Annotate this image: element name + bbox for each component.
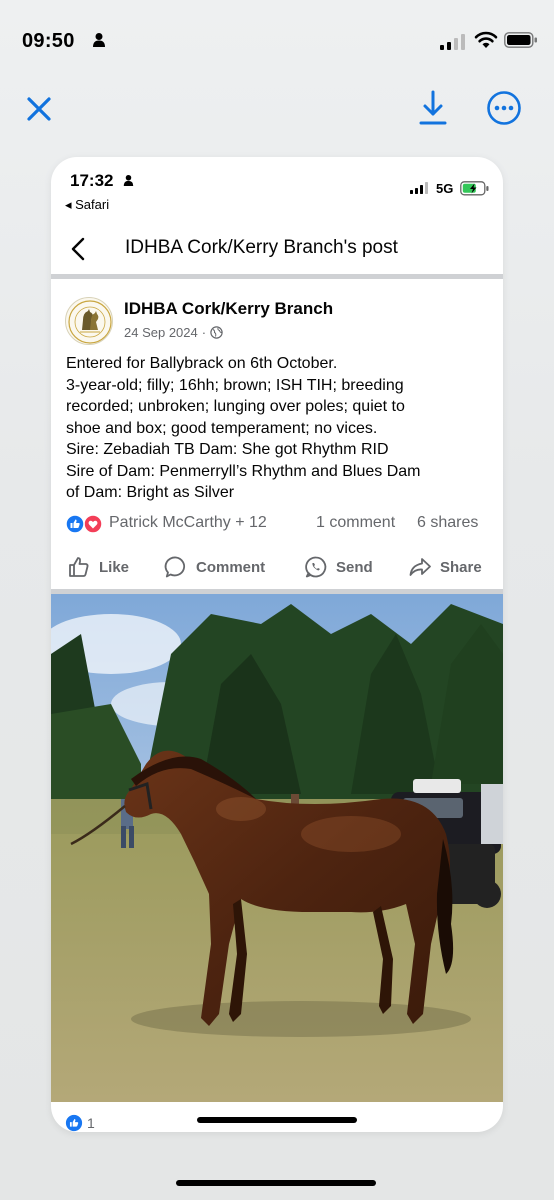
like-reaction-icon <box>65 514 85 534</box>
back-chevron-icon[interactable] <box>67 235 91 263</box>
footer-like-count[interactable]: 1 <box>65 1114 95 1132</box>
home-indicator[interactable] <box>176 1180 376 1186</box>
reactors-names[interactable]: Patrick McCarthy + 12 <box>109 514 267 532</box>
comment-button[interactable]: Comment <box>164 551 265 583</box>
cellular-signal-icon <box>410 182 428 194</box>
inner-status-time: 17:32 <box>70 171 114 190</box>
post-actions: Like Comment Send Share <box>51 551 503 585</box>
horse-photo-image <box>51 594 503 1102</box>
comments-count[interactable]: 1 comment <box>316 514 395 532</box>
post-text-line: Sire: Zebadiah TB Dam: She got Rhythm RI… <box>66 441 389 458</box>
post-header: IDHBA Cork/Kerry Branch's post <box>51 217 503 279</box>
thumbs-up-icon <box>69 557 89 577</box>
post-text-line: Sire of Dam: Penmerryll’s Rhythm and Blu… <box>66 462 421 480</box>
post-text-line: of Dam: Bright as Silver <box>66 484 235 501</box>
person-icon <box>123 175 134 186</box>
send-button[interactable]: Send <box>304 551 373 583</box>
send-label: Send <box>336 558 373 576</box>
share-label: Share <box>440 558 482 576</box>
horse-logo-icon <box>68 300 112 344</box>
inner-home-indicator <box>197 1117 357 1123</box>
post-meta: 24 Sep 2024 · <box>124 325 223 340</box>
status-bar: 09:50 <box>0 0 554 80</box>
download-icon[interactable] <box>418 88 448 128</box>
horse-photo[interactable] <box>51 594 503 1102</box>
wifi-icon <box>474 31 498 48</box>
share-button[interactable]: Share <box>408 551 482 583</box>
like-label: Like <box>99 558 130 576</box>
post-header-title: IDHBA Cork/Kerry Branch's post <box>125 237 398 258</box>
post-date: 24 Sep 2024 <box>124 325 198 340</box>
screenshot-card: 17:32 ◂ Safari 5G IDHBA Cork/Kerry Branc… <box>51 157 503 1132</box>
more-icon[interactable] <box>486 90 522 126</box>
comment-bubble-icon <box>164 556 186 578</box>
post-text-line: 3-year-old; filly; 16hh; brown; ISH TIH;… <box>66 376 404 394</box>
post-body-text: Entered for Ballybrack on 6th October. 3… <box>66 353 496 504</box>
person-icon <box>93 33 105 47</box>
network-type: 5G <box>436 181 454 196</box>
close-icon[interactable] <box>24 94 54 124</box>
footer-like-number: 1 <box>87 1115 95 1131</box>
back-to-safari-link[interactable]: ◂ Safari <box>65 197 109 213</box>
top-toolbar <box>0 84 554 134</box>
share-arrow-icon <box>409 558 431 576</box>
shares-count[interactable]: 6 shares <box>417 514 478 532</box>
status-time: 09:50 <box>22 30 75 52</box>
globe-icon <box>210 326 223 339</box>
battery-icon <box>504 32 537 48</box>
post-text-line: shoe and box; good temperament; no vices… <box>66 419 378 437</box>
post-author-name[interactable]: IDHBA Cork/Kerry Branch <box>124 299 333 319</box>
post-author-row: IDHBA Cork/Kerry Branch 24 Sep 2024 · <box>51 287 503 347</box>
like-button[interactable]: Like <box>67 551 129 583</box>
post-text-line: Entered for Ballybrack on 6th October. <box>66 355 338 372</box>
meta-separator: · <box>201 325 207 340</box>
whatsapp-send-icon <box>305 556 327 578</box>
comment-label: Comment <box>196 558 266 576</box>
like-reaction-icon <box>65 1114 83 1132</box>
reactions-summary[interactable]: Patrick McCarthy + 12 1 comment 6 shares <box>65 512 495 536</box>
avatar[interactable] <box>65 297 113 345</box>
battery-charging-icon <box>460 181 489 196</box>
reaction-icons <box>65 514 103 534</box>
love-reaction-icon <box>83 514 103 534</box>
inner-status-bar: 17:32 ◂ Safari 5G <box>51 157 503 217</box>
post-text-line: recorded; unbroken; lunging over poles; … <box>66 398 405 415</box>
cellular-signal-icon <box>440 34 465 50</box>
